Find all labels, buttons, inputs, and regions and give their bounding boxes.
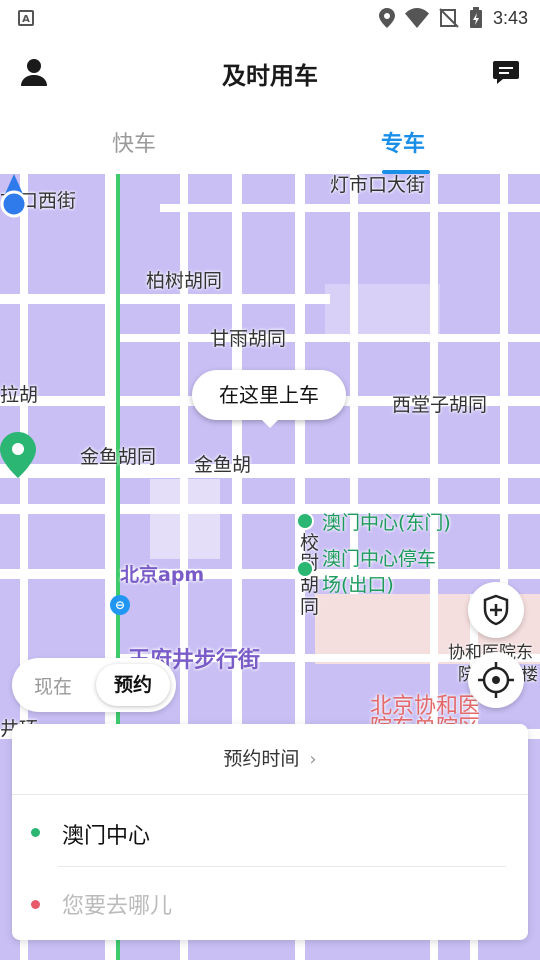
pickup-pin-icon[interactable]	[0, 432, 36, 478]
divider	[58, 866, 506, 867]
map-label: 西堂子胡同	[392, 394, 488, 416]
map-poi-label: 场(出口)	[322, 574, 394, 596]
page-title: 及时用车	[222, 62, 318, 90]
battery-icon	[469, 7, 482, 28]
pickup-bubble[interactable]: 在这里上车	[192, 370, 346, 428]
map-label: 柏树胡同	[146, 270, 223, 292]
map-poi-label: 澳门中心(东门)	[322, 512, 451, 534]
current-location-icon	[0, 174, 28, 218]
reserve-time-selector[interactable]: 预约时间 ›	[12, 744, 528, 771]
locate-me-button[interactable]	[468, 652, 524, 708]
divider	[12, 794, 528, 795]
map-label: 金鱼胡	[194, 454, 252, 476]
subway-station-icon: ⊖	[110, 595, 130, 615]
poi-dot	[296, 560, 314, 578]
now-option[interactable]: 现在	[34, 672, 72, 699]
location-icon	[378, 8, 395, 28]
destination-input[interactable]: 您要去哪儿	[62, 888, 172, 920]
crosshair-icon	[478, 662, 514, 698]
app-header: 及时用车	[0, 36, 540, 108]
message-icon[interactable]	[492, 58, 520, 86]
safety-button[interactable]	[468, 582, 524, 638]
map-poi-label: 澳门中心停车	[322, 548, 437, 570]
reserve-option[interactable]: 预约	[96, 664, 170, 706]
status-bar: A 3:43	[0, 0, 540, 36]
service-tabs: 快车 专车	[0, 108, 540, 174]
tab-premier[interactable]: 专车	[381, 126, 425, 158]
notification-icon: A	[18, 10, 34, 26]
map-label: 金鱼胡同	[80, 446, 157, 468]
wifi-icon	[404, 8, 429, 28]
map-label: 灯市口大街	[330, 174, 426, 196]
booking-panel: 预约时间 › 澳门中心 您要去哪儿	[12, 724, 528, 940]
map-label: 拉胡	[0, 384, 39, 406]
map-label: 甘雨胡同	[210, 328, 287, 350]
map-label: 北京apm	[120, 564, 205, 586]
origin-dot-icon	[31, 828, 40, 837]
time-toggle: 现在 预约	[12, 658, 176, 712]
clock: 3:43	[492, 7, 528, 28]
reserve-time-label: 预约时间	[223, 748, 300, 770]
shield-plus-icon	[483, 594, 509, 626]
origin-field[interactable]: 澳门中心	[62, 818, 150, 850]
chevron-right-icon: ›	[309, 749, 317, 770]
poi-dot	[296, 512, 314, 530]
signal-off-icon	[439, 8, 459, 28]
destination-dot-icon	[31, 900, 40, 909]
tab-express[interactable]: 快车	[112, 126, 156, 158]
map-label: 同	[300, 596, 320, 618]
